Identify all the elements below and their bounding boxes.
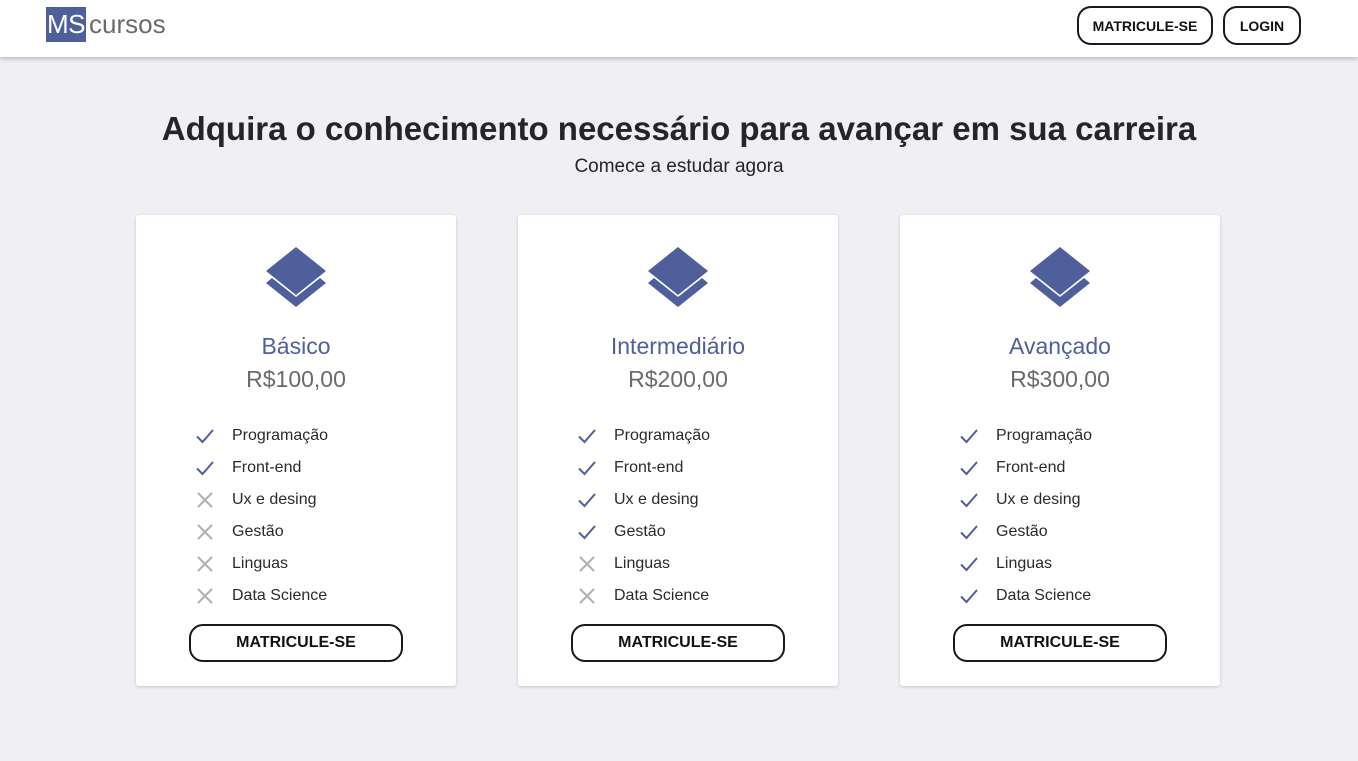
layers-icon	[648, 247, 708, 307]
feature-label: Gestão	[614, 523, 666, 540]
plan-enroll-button[interactable]: MATRICULE-SE	[189, 624, 403, 662]
check-icon	[576, 489, 598, 511]
feature-item: Gestão	[576, 516, 710, 548]
feature-label: Linguas	[232, 555, 289, 572]
logo-text: cursos	[89, 9, 166, 39]
plan-card-intermediate: Intermediário R$200,00 Programação Front-…	[518, 215, 838, 686]
layers-icon	[1030, 247, 1090, 307]
feature-label: Programação	[996, 427, 1093, 444]
feature-item: Programação	[576, 420, 710, 452]
check-icon	[194, 425, 216, 447]
feature-label: Front-end	[232, 459, 302, 476]
cross-icon	[576, 585, 598, 607]
plan-name: Básico	[261, 333, 331, 359]
feature-label: Data Science	[996, 587, 1092, 604]
feature-item: Linguas	[958, 548, 1092, 580]
check-icon	[958, 553, 980, 575]
feature-label: Data Science	[614, 587, 710, 604]
feature-item: Data Science	[958, 580, 1092, 612]
check-icon	[958, 585, 980, 607]
login-button[interactable]: LOGIN	[1223, 6, 1301, 45]
feature-list: Programação Front-end Ux e desing Gestão Lin…	[194, 420, 328, 612]
page-subtitle: Comece a estudar agora	[574, 156, 784, 177]
plan-price: R$100,00	[246, 366, 346, 392]
check-icon	[958, 521, 980, 543]
plan-enroll-button[interactable]: MATRICULE-SE	[953, 624, 1167, 662]
feature-item: Ux e desing	[576, 484, 710, 516]
feature-item: Front-end	[576, 452, 710, 484]
cross-icon	[194, 553, 216, 575]
feature-item: Linguas	[576, 548, 710, 580]
enroll-button[interactable]: MATRICULE-SE	[1077, 6, 1213, 45]
feature-item: Linguas	[194, 548, 328, 580]
plan-price: R$200,00	[628, 366, 728, 392]
feature-label: Linguas	[614, 555, 671, 572]
feature-item: Gestão	[958, 516, 1092, 548]
plan-price: R$300,00	[1010, 366, 1110, 392]
feature-label: Programação	[614, 427, 711, 444]
feature-item: Ux e desing	[194, 484, 328, 516]
plan-enroll-button[interactable]: MATRICULE-SE	[571, 624, 785, 662]
check-icon	[194, 457, 216, 479]
cross-icon	[194, 521, 216, 543]
feature-item: Gestão	[194, 516, 328, 548]
plan-name: Avançado	[1009, 333, 1111, 359]
check-icon	[576, 457, 598, 479]
logo[interactable]: MS cursos	[46, 7, 166, 42]
top-navbar: MS cursos MATRICULE-SE LOGIN	[0, 0, 1358, 57]
feature-item: Programação	[958, 420, 1092, 452]
feature-item: Data Science	[194, 580, 328, 612]
feature-list: Programação Front-end Ux e desing Gestão Lin…	[576, 420, 710, 612]
feature-item: Front-end	[194, 452, 328, 484]
feature-item: Data Science	[576, 580, 710, 612]
feature-label: Ux e desing	[996, 491, 1081, 508]
feature-item: Front-end	[958, 452, 1092, 484]
cross-icon	[194, 489, 216, 511]
check-icon	[958, 457, 980, 479]
cross-icon	[576, 553, 598, 575]
feature-label: Gestão	[232, 523, 284, 540]
cross-icon	[194, 585, 216, 607]
feature-item: Programação	[194, 420, 328, 452]
feature-label: Data Science	[232, 587, 328, 604]
feature-label: Programação	[232, 427, 329, 444]
check-icon	[576, 425, 598, 447]
feature-label: Front-end	[614, 459, 684, 476]
feature-label: Gestão	[996, 523, 1048, 540]
feature-label: Front-end	[996, 459, 1066, 476]
plan-name: Intermediário	[610, 333, 746, 359]
check-icon	[576, 521, 598, 543]
layers-icon	[266, 247, 326, 307]
feature-list: Programação Front-end Ux e desing Gestão Lin…	[958, 420, 1092, 612]
logo-mark: MS	[46, 7, 86, 42]
feature-label: Ux e desing	[232, 491, 317, 508]
feature-item: Ux e desing	[958, 484, 1092, 516]
feature-label: Ux e desing	[614, 491, 699, 508]
check-icon	[958, 489, 980, 511]
plan-card-advanced: Avançado R$300,00 Programação Front-end Ux…	[900, 215, 1220, 686]
page-title: Adquira o conhecimento necessário para a…	[161, 110, 1197, 147]
check-icon	[958, 425, 980, 447]
feature-label: Linguas	[996, 555, 1053, 572]
plan-card-basic: Básico R$100,00 Programação Front-end Ux e…	[136, 215, 456, 686]
